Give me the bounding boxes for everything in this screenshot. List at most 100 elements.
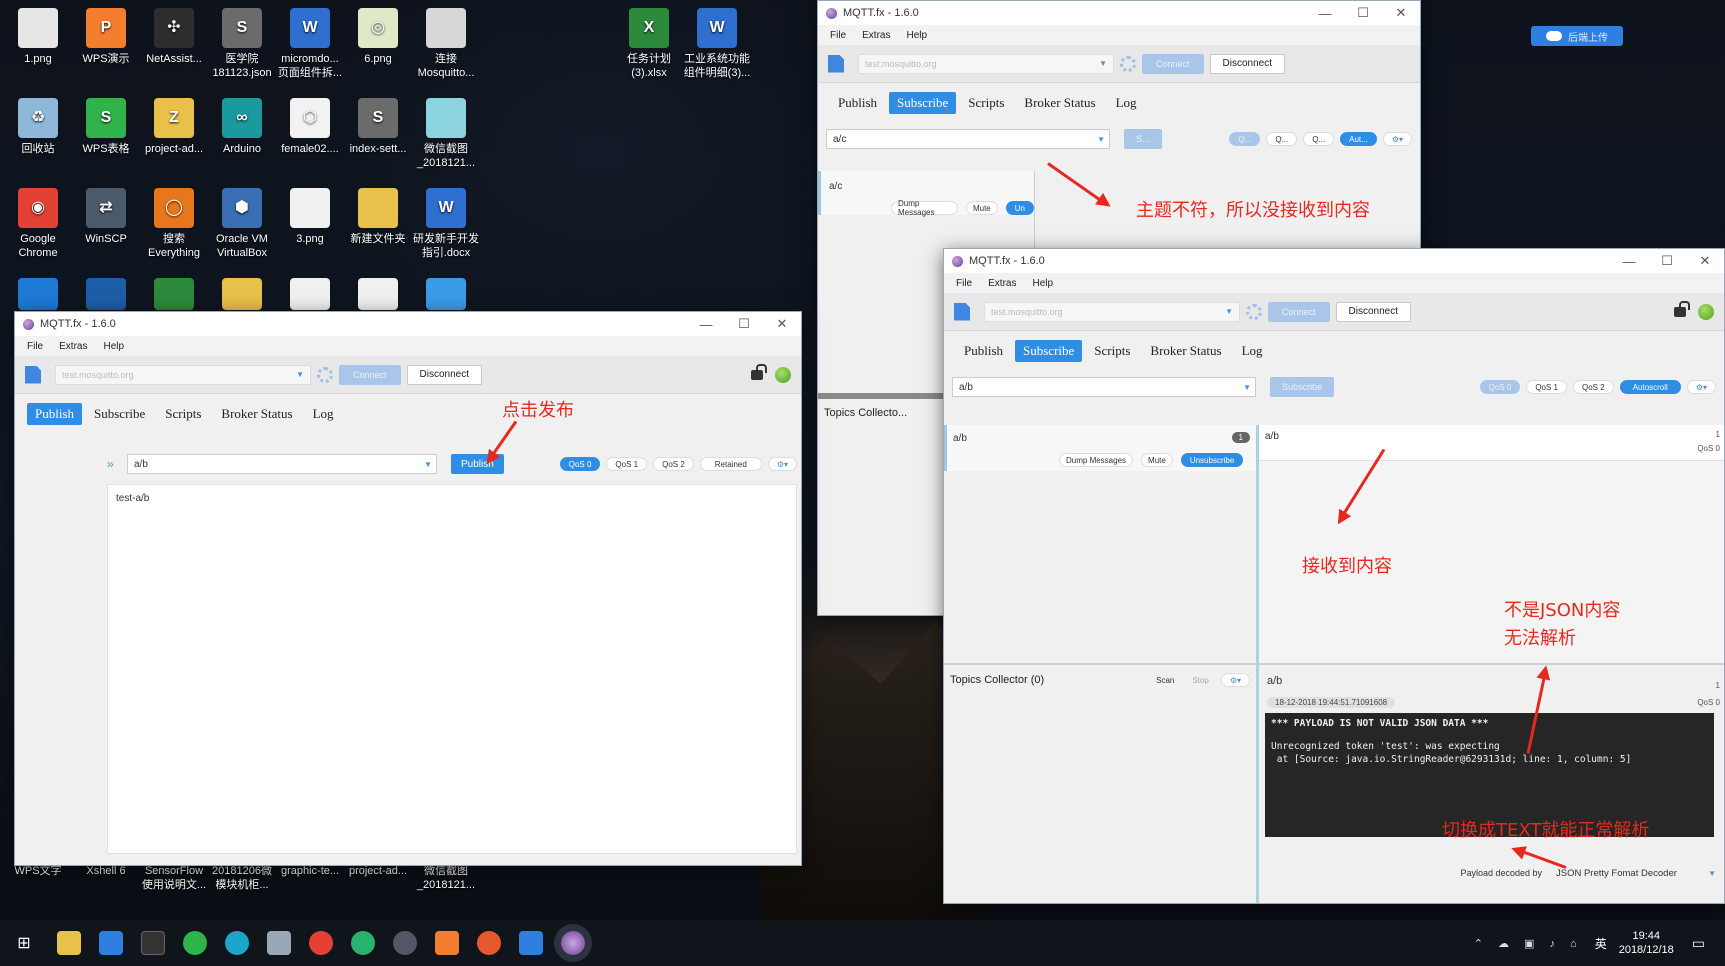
desktop-icon[interactable]: W 工业系统功能 组件明细(3)... <box>682 8 752 80</box>
tab-subscribe[interactable]: Subscribe <box>1015 340 1083 362</box>
connect-button[interactable]: Connect <box>1142 53 1204 74</box>
subscribe-button[interactable]: S... <box>1124 129 1162 149</box>
settings-dropdown[interactable]: ⚙▾ <box>1220 673 1250 687</box>
settings-dropdown[interactable]: ⚙▾ <box>1382 132 1412 146</box>
qos0-toggle[interactable]: Q... <box>1229 132 1261 146</box>
maximize-icon[interactable]: ☐ <box>1648 253 1686 269</box>
maximize-icon[interactable]: ☐ <box>725 316 763 332</box>
autoscroll-toggle[interactable]: Autoscroll <box>1619 380 1681 394</box>
mqtt-window-publish[interactable]: MQTT.fx - 1.6.0 — ☐ ✕ File Extras Help t… <box>14 311 802 866</box>
clock[interactable]: 19:44 2018/12/18 <box>1619 929 1674 957</box>
expand-icon[interactable]: » <box>107 457 121 471</box>
unsubscribe-button[interactable]: Unsubscribe <box>1180 453 1244 467</box>
desktop-icon-partial[interactable] <box>86 278 126 310</box>
tab-publish[interactable]: Publish <box>956 340 1011 362</box>
desktop-icon[interactable]: 新建文件夹 <box>343 188 413 246</box>
settings-app-icon[interactable] <box>393 931 417 955</box>
menu-file[interactable]: File <box>830 30 846 41</box>
stop-button[interactable]: Stop <box>1186 673 1214 687</box>
close-icon[interactable]: ✕ <box>1382 5 1420 21</box>
settings-dropdown[interactable]: ⚙▾ <box>767 457 797 471</box>
tab-scripts[interactable]: Scripts <box>157 403 209 425</box>
desktop-icon-partial[interactable] <box>426 278 466 310</box>
minimize-icon[interactable]: — <box>687 317 725 332</box>
qos2-toggle[interactable]: QoS 2 <box>653 457 694 471</box>
desktop-icon[interactable]: 3.png <box>275 188 345 246</box>
tab-broker-status[interactable]: Broker Status <box>1016 92 1103 114</box>
qos1-toggle[interactable]: QoS 1 <box>1526 380 1567 394</box>
desktop-icon[interactable]: 微信截图 _2018121... <box>411 98 481 170</box>
tab-scripts[interactable]: Scripts <box>1086 340 1138 362</box>
menu-help[interactable]: Help <box>103 341 124 352</box>
desktop-icon[interactable]: W 研发新手开发 指引.docx <box>411 188 481 260</box>
vscode-icon[interactable] <box>99 931 123 955</box>
dump-messages-button[interactable]: Dump Messages <box>891 199 958 217</box>
search-app-icon[interactable] <box>225 931 249 955</box>
desktop-icon-partial[interactable] <box>222 278 262 310</box>
disconnect-button[interactable]: Disconnect <box>406 364 482 385</box>
desktop-icon-partial[interactable] <box>18 278 58 310</box>
message-item[interactable]: a/b 1 QoS 0 <box>1259 425 1724 461</box>
menu-help[interactable]: Help <box>1032 278 1053 289</box>
connection-profile-icon[interactable] <box>954 302 970 321</box>
desktop-icon[interactable]: ♻ 回收站 <box>3 98 73 156</box>
desktop-icon[interactable]: ◯ 搜索 Everything <box>139 188 209 260</box>
unsubscribe-button[interactable]: Un <box>1005 201 1034 215</box>
desktop-icon[interactable]: ◎ 6.png <box>343 8 413 66</box>
retained-toggle[interactable]: Retained <box>699 457 762 471</box>
close-icon[interactable]: ✕ <box>763 316 801 332</box>
disconnect-button[interactable]: Disconnect <box>1335 301 1411 322</box>
wps-presentation-icon[interactable] <box>435 931 459 955</box>
desktop-icon-label[interactable]: 微信截图 _2018121... <box>411 864 481 892</box>
title-bar[interactable]: MQTT.fx - 1.6.0 — ☐ ✕ <box>15 312 801 336</box>
tab-log[interactable]: Log <box>1108 92 1145 114</box>
upload-badge[interactable]: 后端上传 <box>1531 26 1623 46</box>
menu-file[interactable]: File <box>956 278 972 289</box>
windows-start-icon[interactable]: ⊞ <box>0 933 48 953</box>
tab-subscribe[interactable]: Subscribe <box>86 403 153 425</box>
mute-button[interactable]: Mute <box>965 201 998 215</box>
broker-select[interactable]: test.mosquitto.org ▼ <box>984 301 1240 322</box>
qos1-toggle[interactable]: QoS 1 <box>606 457 648 471</box>
qos2-toggle[interactable]: Q... <box>1303 132 1335 146</box>
tab-log[interactable]: Log <box>1234 340 1271 362</box>
settings-dropdown[interactable]: ⚙▾ <box>1686 380 1716 394</box>
subscription-item[interactable]: a/b 1 Dump Messages Mute Unsubscribe <box>944 425 1256 471</box>
desktop-icon-partial[interactable] <box>358 278 398 310</box>
broker-select[interactable]: test.mosquitto.org ▼ <box>858 53 1114 74</box>
topic-select[interactable]: a/b ▼ <box>127 454 437 474</box>
menu-extras[interactable]: Extras <box>862 30 890 41</box>
menu-extras[interactable]: Extras <box>988 278 1016 289</box>
connection-profile-icon[interactable] <box>25 365 41 384</box>
scan-button[interactable]: Scan <box>1150 673 1180 687</box>
tab-broker-status[interactable]: Broker Status <box>213 403 300 425</box>
mqttfx-taskbar-icon[interactable] <box>561 931 585 955</box>
title-bar[interactable]: MQTT.fx - 1.6.0 — ☐ ✕ <box>818 1 1420 25</box>
ime-language[interactable]: 英 <box>1595 935 1607 952</box>
desktop-icon-label[interactable]: Xshell 6 <box>71 864 141 878</box>
desktop-icon[interactable]: Zproject-ad... <box>139 98 209 156</box>
gear-icon[interactable] <box>317 366 333 383</box>
desktop-icon[interactable]: S 医学院 181123.json <box>207 8 277 80</box>
broker-select[interactable]: test.mosquitto.org ▼ <box>55 364 311 385</box>
gear-icon[interactable] <box>1120 55 1136 72</box>
desktop-icon[interactable]: P WPS演示 <box>71 8 141 66</box>
desktop-icon[interactable]: Sindex-sett... <box>343 98 413 156</box>
connection-profile-icon[interactable] <box>828 54 844 73</box>
title-bar[interactable]: MQTT.fx - 1.6.0 — ☐ ✕ <box>944 249 1724 273</box>
topic-select[interactable]: a/b ▼ <box>952 377 1256 397</box>
desktop-icon[interactable]: S WPS表格 <box>71 98 141 156</box>
tab-subscribe[interactable]: Subscribe <box>889 92 957 114</box>
qos2-toggle[interactable]: QoS 2 <box>1573 380 1614 394</box>
tab-log[interactable]: Log <box>305 403 342 425</box>
minimize-icon[interactable]: — <box>1610 254 1648 269</box>
weibo-icon[interactable] <box>477 931 501 955</box>
terminal-icon[interactable] <box>141 931 165 955</box>
desktop-icon[interactable]: ◉ Google Chrome <box>3 188 73 260</box>
notification-icon[interactable]: ▭ <box>1692 935 1705 952</box>
desktop-icon[interactable]: X 任务计划 (3).xlsx <box>614 8 684 80</box>
close-icon[interactable]: ✕ <box>1686 253 1724 269</box>
desktop-icon[interactable]: ∞ Arduino <box>207 98 277 156</box>
desktop-icon-label[interactable]: project-ad... <box>343 864 413 878</box>
tab-scripts[interactable]: Scripts <box>960 92 1012 114</box>
